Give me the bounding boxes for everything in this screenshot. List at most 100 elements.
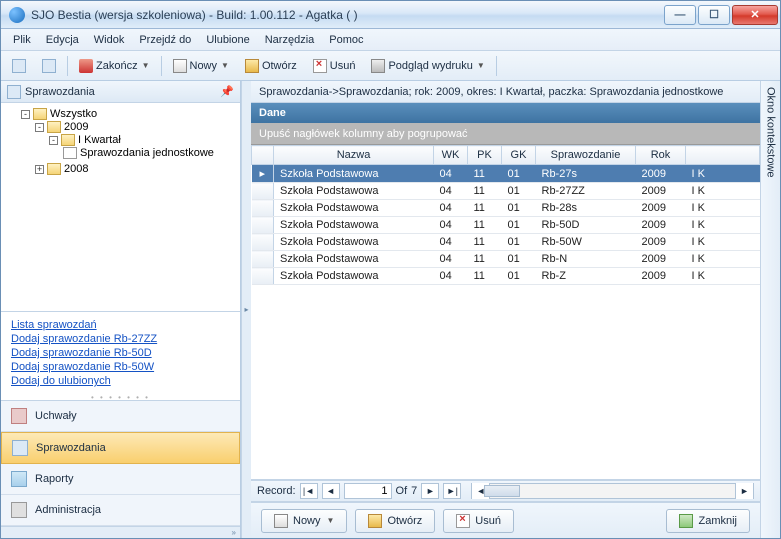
menu-widok[interactable]: Widok: [88, 32, 131, 48]
usun-label: Usuń: [330, 60, 356, 72]
nav-prev[interactable]: ◄: [322, 483, 340, 499]
nowy-label: Nowy: [190, 60, 218, 72]
nav-first[interactable]: |◄: [300, 483, 318, 499]
menubar: Plik Edycja Widok Przejdź do Ulubione Na…: [1, 29, 780, 51]
window-title: SJO Bestia (wersja szkoleniowa) - Build:…: [31, 8, 664, 22]
col-gk[interactable]: GK: [502, 146, 536, 165]
btn-zamknij-label: Zamknij: [698, 515, 737, 527]
link-box: Lista sprawozdań Dodaj sprawozdanie Rb-2…: [1, 311, 240, 394]
new-icon: [274, 514, 288, 528]
sprawozdania-icon: [12, 440, 28, 456]
menu-przejdz-do[interactable]: Przejdź do: [133, 32, 197, 48]
pin-icon[interactable]: 📌: [220, 85, 234, 98]
nav-raporty-label: Raporty: [35, 473, 74, 485]
col-pk[interactable]: PK: [468, 146, 502, 165]
maximize-button[interactable]: ☐: [698, 5, 730, 25]
col-sprawozdanie[interactable]: Sprawozdanie: [536, 146, 636, 165]
link-lista[interactable]: Lista sprawozdań: [11, 318, 230, 332]
breadcrumb-text: Sprawozdania->Sprawozdania; rok: 2009, o…: [259, 86, 723, 98]
menu-narzedzia[interactable]: Narzędzia: [259, 32, 321, 48]
uchwaly-icon: [11, 408, 27, 424]
nav-last[interactable]: ►|: [443, 483, 461, 499]
tree-2008[interactable]: +2008: [35, 163, 234, 175]
col-wk[interactable]: WK: [434, 146, 468, 165]
table-row[interactable]: Szkoła Podstawowa041101Rb-50D2009I K: [252, 217, 760, 234]
podglad-label: Podgląd wydruku: [388, 60, 472, 72]
table-row[interactable]: Szkoła Podstawowa041101Rb-27ZZ2009I K: [252, 183, 760, 200]
group-bar[interactable]: Upuść nagłówek kolumny aby pogrupować: [251, 123, 760, 145]
col-nazwa[interactable]: Nazwa: [274, 146, 434, 165]
data-grid: Nazwa WK PK GK Sprawozdanie Rok ▸Szkoła …: [251, 145, 760, 285]
context-tab[interactable]: Okno kontekstowe: [760, 81, 780, 538]
nav-collapse[interactable]: »: [1, 526, 240, 538]
table-row[interactable]: ▸Szkoła Podstawowa041101Rb-27s2009I K: [252, 165, 760, 183]
panel-icon: [7, 85, 21, 99]
nav-administracja-label: Administracja: [35, 504, 101, 516]
toolbar-otworz[interactable]: Otwórz: [238, 55, 304, 77]
print-icon: [371, 59, 385, 73]
nav-administracja[interactable]: Administracja: [1, 495, 240, 526]
toolbar-nowy[interactable]: Nowy▼: [166, 55, 236, 77]
menu-pomoc[interactable]: Pomoc: [323, 32, 369, 48]
left-pane: Sprawozdania 📌 -Wszystko -2009 -I Kwarta…: [1, 81, 241, 538]
close-button[interactable]: ✕: [732, 5, 778, 25]
open-icon: [368, 514, 382, 528]
raporty-icon: [11, 471, 27, 487]
context-tab-label: Okno kontekstowe: [765, 87, 777, 178]
table-row[interactable]: Szkoła Podstawowa041101Rb-28s2009I K: [252, 200, 760, 217]
nav-sprawozdania-label: Sprawozdania: [36, 442, 106, 454]
table-row[interactable]: Szkoła Podstawowa041101Rb-50W2009I K: [252, 234, 760, 251]
btn-usun[interactable]: Usuń: [443, 509, 514, 533]
hscrollbar[interactable]: ◄ ►: [471, 483, 754, 499]
tree-leaf-label: Sprawozdania jednostkowe: [80, 147, 214, 159]
minimize-button[interactable]: —: [664, 5, 696, 25]
toolbar-zakoncz[interactable]: Zakończ▼: [72, 55, 157, 77]
tree-q1-label: I Kwartał: [78, 134, 121, 146]
menu-plik[interactable]: Plik: [7, 32, 37, 48]
breadcrumb: Sprawozdania->Sprawozdania; rok: 2009, o…: [251, 81, 760, 103]
open-icon: [245, 59, 259, 73]
zakoncz-label: Zakończ: [96, 60, 138, 72]
tree-2009-label: 2009: [64, 121, 88, 133]
nav-next[interactable]: ►: [421, 483, 439, 499]
left-header: Sprawozdania 📌: [1, 81, 240, 103]
record-input[interactable]: [344, 483, 392, 499]
link-ulubione[interactable]: Dodaj do ulubionych: [11, 374, 230, 388]
btn-otworz[interactable]: Otwórz: [355, 509, 435, 533]
close-icon: [679, 514, 693, 528]
toolbar-icon2[interactable]: [35, 55, 63, 77]
app-icon: [9, 7, 25, 23]
menu-edycja[interactable]: Edycja: [40, 32, 85, 48]
copy-icon: [42, 59, 56, 73]
nav-raporty[interactable]: Raporty: [1, 464, 240, 495]
tree-leaf[interactable]: Sprawozdania jednostkowe: [63, 147, 234, 159]
titlebar: SJO Bestia (wersja szkoleniowa) - Build:…: [1, 1, 780, 29]
table-row[interactable]: Szkoła Podstawowa041101Rb-N2009I K: [252, 251, 760, 268]
link-rb27zz[interactable]: Dodaj sprawozdanie Rb-27ZZ: [11, 332, 230, 346]
nav-sprawozdania[interactable]: Sprawozdania: [1, 432, 240, 464]
tree-q1[interactable]: -I Kwartał: [49, 134, 234, 146]
tree-root[interactable]: -Wszystko: [21, 108, 234, 120]
tree-2009[interactable]: -2009: [35, 121, 234, 133]
admin-icon: [11, 502, 27, 518]
toolbar-usun[interactable]: Usuń: [306, 55, 363, 77]
table-row[interactable]: Szkoła Podstawowa041101Rb-Z2009I K: [252, 268, 760, 285]
splitter[interactable]: ▸: [241, 81, 251, 538]
toolbar-icon1[interactable]: [5, 55, 33, 77]
delete-icon: [313, 59, 327, 73]
btn-zamknij[interactable]: Zamknij: [666, 509, 750, 533]
toolbar-podglad[interactable]: Podgląd wydruku▼: [364, 55, 491, 77]
menu-ulubione[interactable]: Ulubione: [200, 32, 255, 48]
nav-uchwaly[interactable]: Uchwały: [1, 401, 240, 432]
scroll-thumb[interactable]: [484, 485, 520, 497]
col-extra[interactable]: [686, 146, 760, 165]
col-rok[interactable]: Rok: [636, 146, 686, 165]
tree: -Wszystko -2009 -I Kwartał Sprawozdania …: [1, 103, 240, 181]
link-rb50d[interactable]: Dodaj sprawozdanie Rb-50D: [11, 346, 230, 360]
btn-otworz-label: Otwórz: [387, 515, 422, 527]
tree-2008-label: 2008: [64, 163, 88, 175]
stop-icon: [79, 59, 93, 73]
left-header-title: Sprawozdania: [25, 86, 220, 98]
link-rb50w[interactable]: Dodaj sprawozdanie Rb-50W: [11, 360, 230, 374]
btn-nowy[interactable]: Nowy▼: [261, 509, 347, 533]
